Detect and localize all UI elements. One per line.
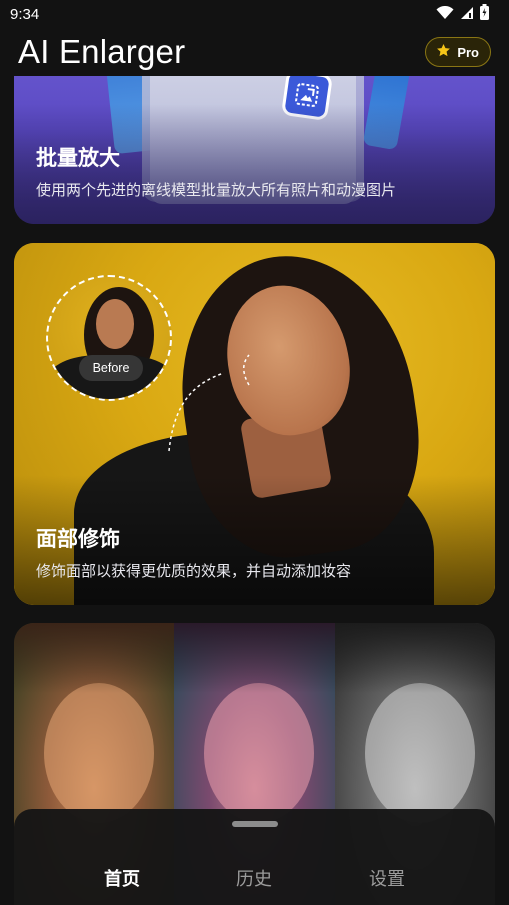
feature-list[interactable]: 批量放大 使用两个先进的离线模型批量放大所有照片和动漫图片 Before 面部修… [0,76,509,905]
batch-enlarge-card[interactable]: 批量放大 使用两个先进的离线模型批量放大所有照片和动漫图片 [14,76,495,224]
batch-card-description: 使用两个先进的离线模型批量放大所有照片和动漫图片 [36,181,397,199]
face-card-description: 修饰面部以获得更优质的效果，并自动添加妆容 [36,562,352,580]
drag-handle[interactable] [232,821,278,827]
face-card-title: 面部修饰 [36,527,120,551]
status-time: 9:34 [10,5,40,23]
signal-icon [460,5,474,24]
status-icons [436,4,489,24]
nav-home[interactable]: 首页 [104,865,140,891]
face-retouch-card[interactable]: Before 面部修饰 修饰面部以获得更优质的效果，并自动添加妆容 [14,243,495,605]
status-bar: 9:34 [0,0,509,28]
batch-card-title: 批量放大 [36,146,120,170]
nav-history[interactable]: 历史 [236,865,272,891]
wifi-icon [436,5,454,24]
before-portrait-face [96,299,134,349]
app-title: AI Enlarger [18,33,186,70]
star-icon [436,43,451,61]
before-label: Before [79,355,143,381]
before-preview: Before [46,275,172,401]
pro-label: Pro [457,44,479,60]
retouch-indicator-lines [168,354,250,452]
pro-button[interactable]: Pro [425,37,491,67]
app-header: AI Enlarger Pro [0,28,509,76]
nav-settings[interactable]: 设置 [369,865,405,891]
battery-icon [480,4,489,24]
bottom-navigation: 首页 历史 设置 [14,809,495,905]
